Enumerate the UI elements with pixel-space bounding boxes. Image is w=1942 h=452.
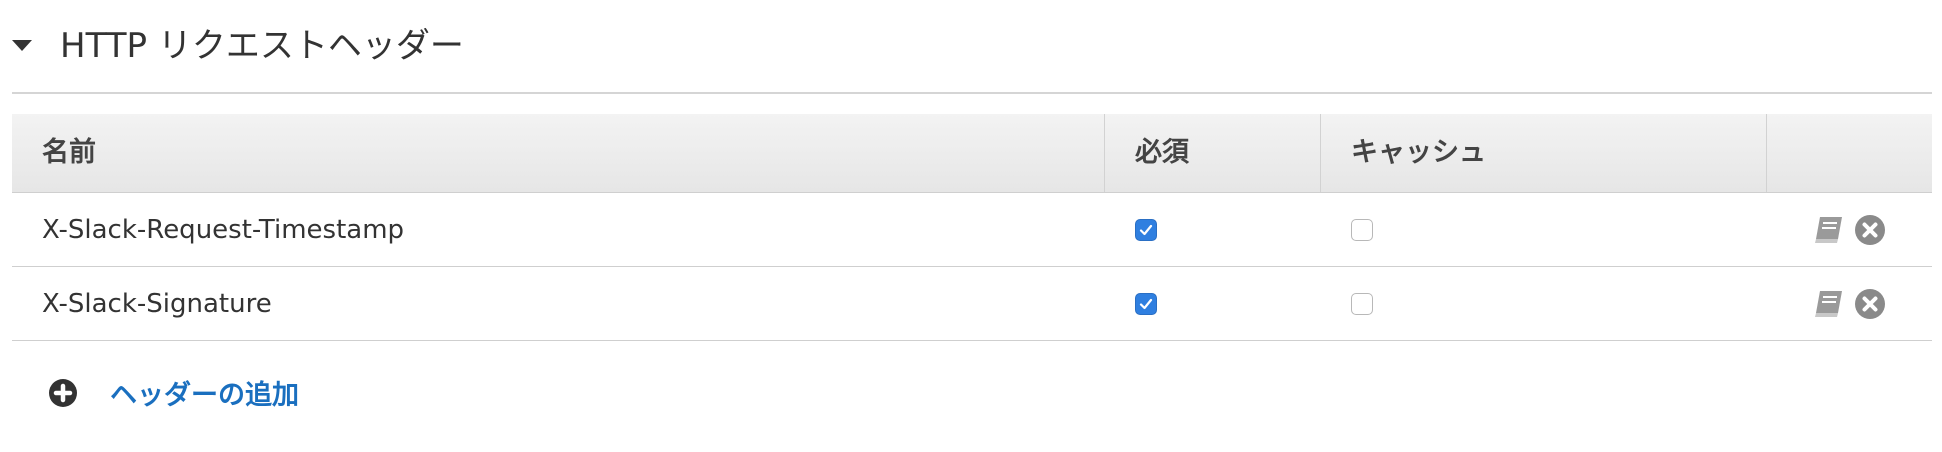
table-row: X-Slack-Signature	[12, 267, 1932, 341]
header-name-cell: X-Slack-Request-Timestamp	[42, 214, 405, 245]
remove-circle-icon[interactable]	[1854, 214, 1886, 246]
edit-book-icon[interactable]	[1812, 213, 1848, 247]
section-divider	[12, 92, 1932, 94]
section-header: HTTP リクエストヘッダー	[0, 0, 1942, 92]
row-actions	[1812, 267, 1886, 340]
table-header: 名前 必須 キャッシュ	[12, 114, 1932, 193]
header-name-cell: X-Slack-Signature	[42, 288, 272, 319]
edit-book-icon[interactable]	[1812, 287, 1848, 321]
caret-down-icon[interactable]	[12, 40, 32, 51]
checkmark-icon	[1139, 224, 1153, 235]
column-header-name: 名前	[12, 114, 1105, 192]
required-checkbox[interactable]	[1135, 292, 1157, 315]
row-actions	[1812, 193, 1886, 266]
cache-cell	[1321, 193, 1767, 266]
section-title[interactable]: HTTP リクエストヘッダー	[60, 24, 464, 68]
column-header-actions	[1767, 114, 1932, 192]
required-cell	[1105, 193, 1321, 266]
required-cell	[1105, 267, 1321, 340]
add-header-label[interactable]: ヘッダーの追加	[110, 373, 299, 412]
headers-table: 名前 必須 キャッシュ X-Slack-Request-Timestamp X-…	[12, 114, 1932, 341]
add-header-button[interactable]: ヘッダーの追加	[48, 373, 299, 412]
required-checkbox[interactable]	[1135, 218, 1157, 241]
cache-checkbox[interactable]	[1351, 218, 1373, 241]
cache-checkbox[interactable]	[1351, 292, 1373, 315]
column-header-cache: キャッシュ	[1321, 114, 1767, 192]
plus-circle-icon	[49, 378, 77, 407]
checkmark-icon	[1139, 298, 1153, 309]
column-header-required: 必須	[1105, 114, 1321, 192]
remove-circle-icon[interactable]	[1854, 288, 1886, 320]
cache-cell	[1321, 267, 1767, 340]
table-row: X-Slack-Request-Timestamp	[12, 193, 1932, 267]
